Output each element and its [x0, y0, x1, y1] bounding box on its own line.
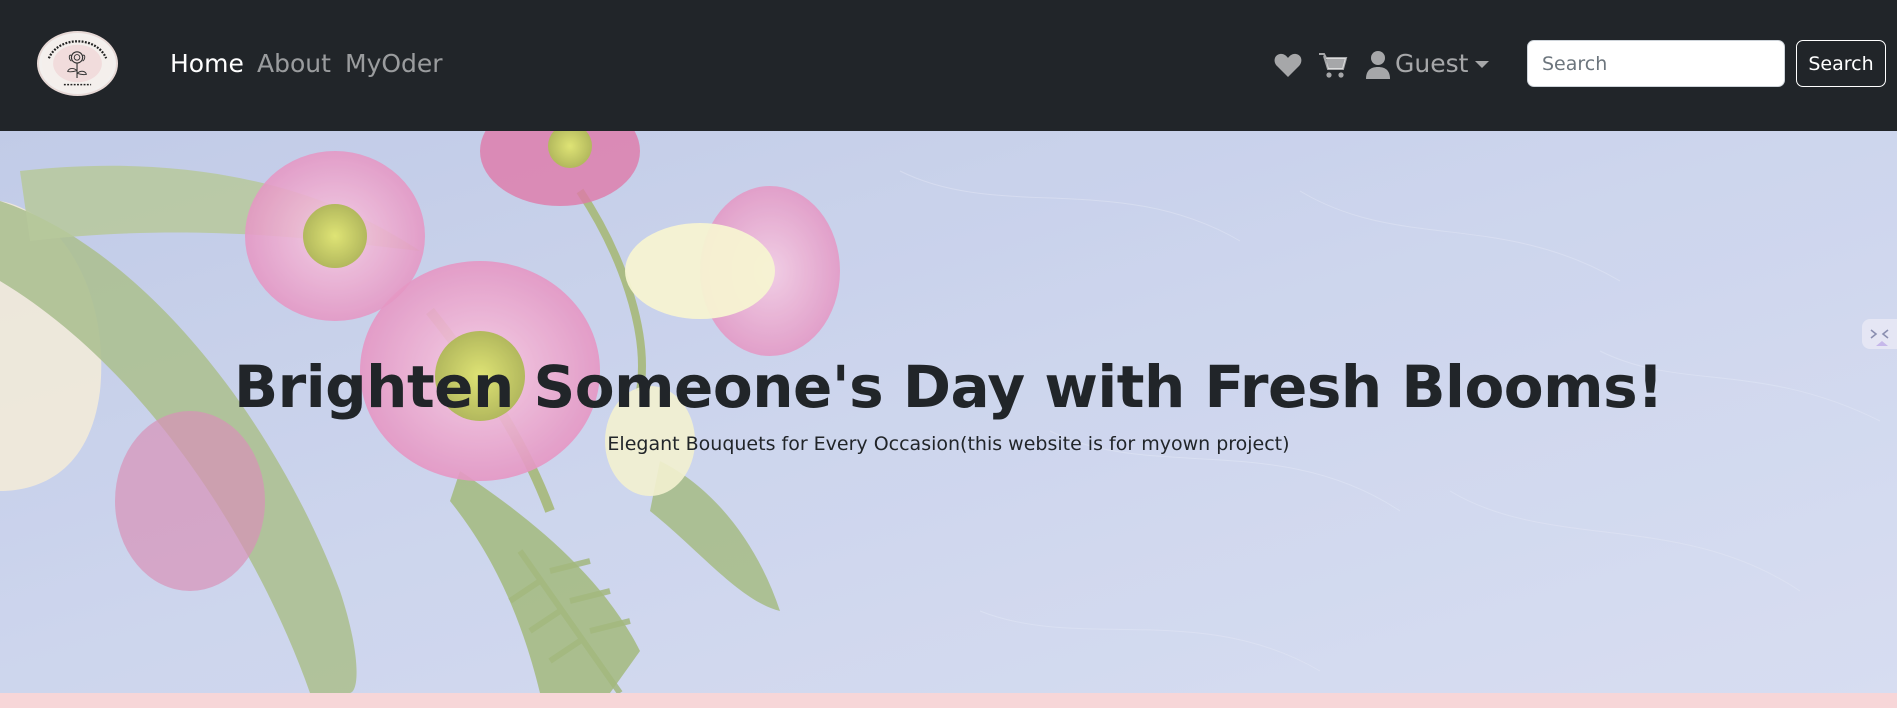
- nav-link-about[interactable]: About: [257, 47, 331, 81]
- chevron-down-icon[interactable]: [1475, 61, 1489, 68]
- brand-logo[interactable]: [37, 31, 118, 96]
- heart-icon[interactable]: [1273, 50, 1303, 80]
- collapse-arrows-icon: [1870, 329, 1889, 346]
- top-navbar: Home About MyOder Guest Search: [0, 0, 1897, 131]
- nav-link-home[interactable]: Home: [170, 47, 244, 81]
- section-divider: [0, 693, 1897, 708]
- nav-link-myorder[interactable]: MyOder: [345, 47, 443, 81]
- cart-icon[interactable]: [1318, 50, 1348, 80]
- hero-subtitle: Elegant Bouquets for Every Occasion(this…: [607, 433, 1290, 455]
- search-input[interactable]: [1527, 40, 1785, 87]
- guest-account-dropdown[interactable]: Guest: [1395, 47, 1468, 81]
- hero-title: Brighten Someone's Day with Fresh Blooms…: [233, 353, 1664, 421]
- side-panel-toggle[interactable]: [1862, 319, 1897, 349]
- hero-banner: Brighten Someone's Day with Fresh Blooms…: [0, 131, 1897, 693]
- rose-logo-icon: [41, 35, 114, 92]
- search-button[interactable]: Search: [1796, 40, 1886, 87]
- user-icon[interactable]: [1365, 50, 1391, 80]
